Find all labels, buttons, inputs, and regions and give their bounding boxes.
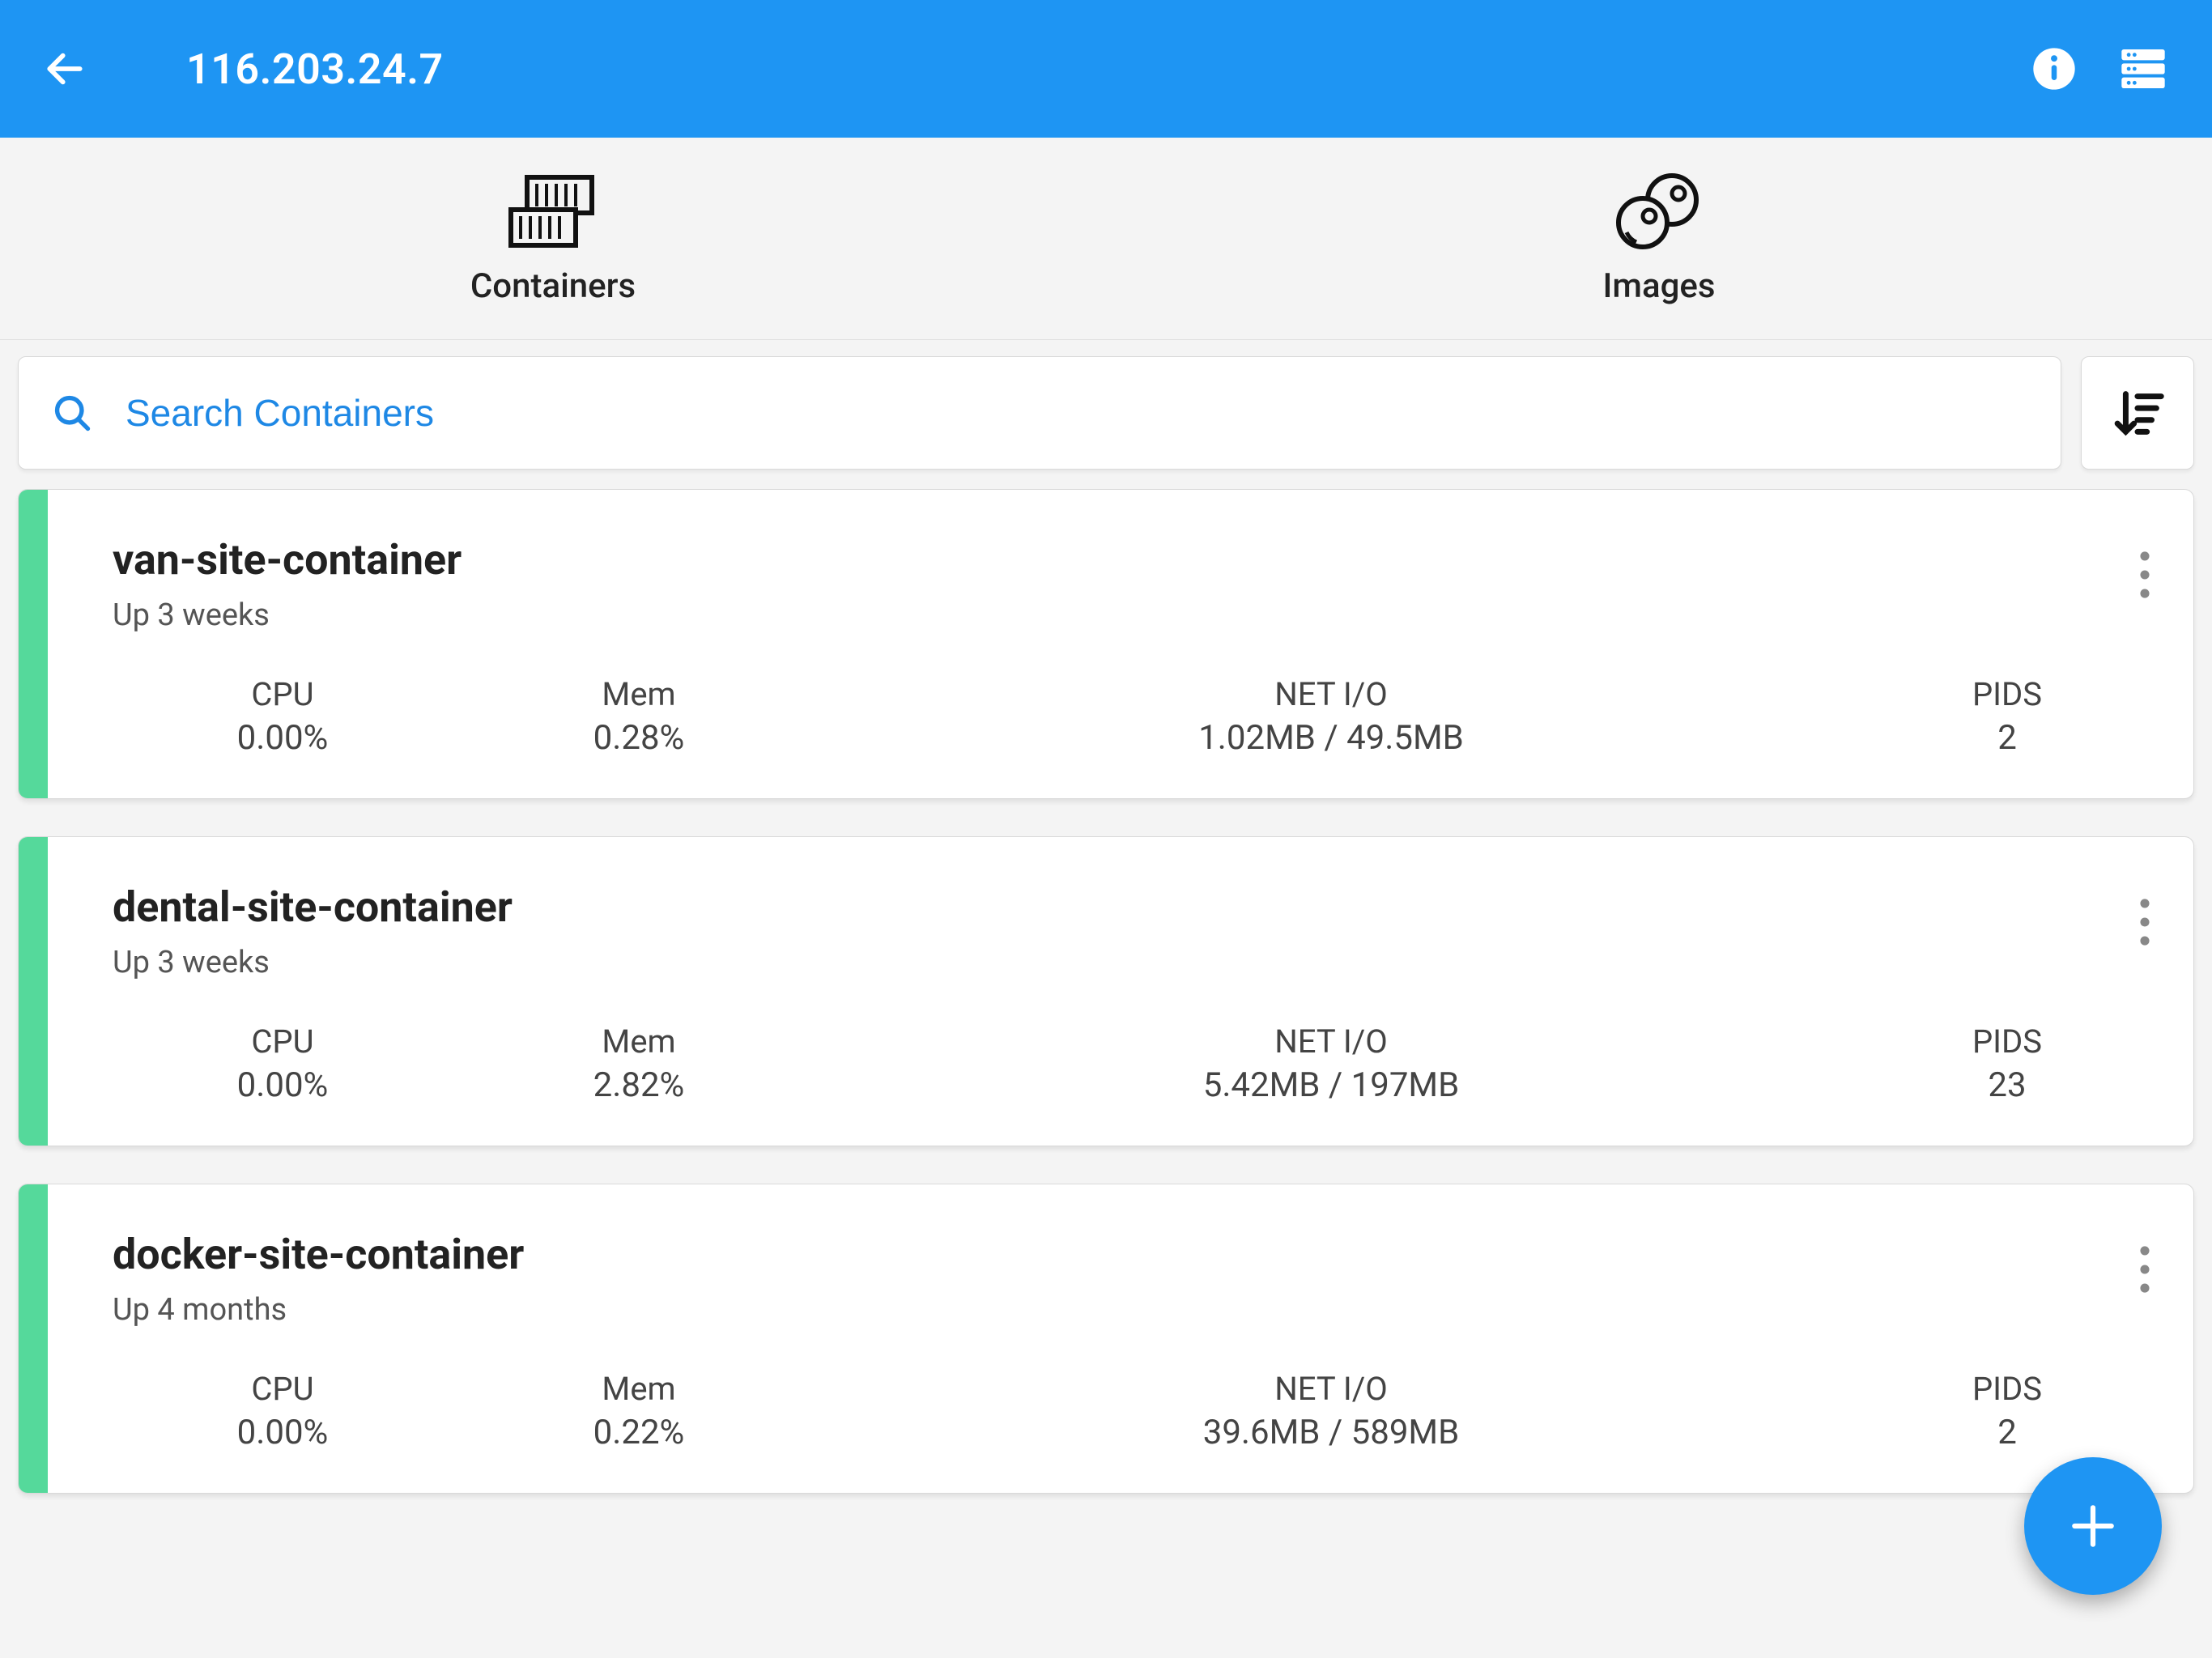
search-icon [51,392,93,434]
info-button[interactable] [2026,40,2082,97]
stat-label-pids: PIDS [1837,1022,2177,1061]
add-button[interactable] [2024,1457,2162,1595]
card-body: van-site-container Up 3 weeks CPU 0.00% … [48,490,2193,798]
status-stripe [19,1184,48,1493]
stat-label-net: NET I/O [825,1370,1837,1408]
container-card[interactable]: dental-site-container Up 3 weeks CPU 0.0… [18,836,2194,1146]
stat-label-pids: PIDS [1837,675,2177,713]
plus-icon [2065,1499,2121,1554]
page-title: 116.203.24.7 [186,45,444,94]
servers-icon [2117,43,2169,95]
stat-label-pids: PIDS [1837,1370,2177,1408]
search-box[interactable] [18,356,2061,470]
container-name: dental-site-container [113,882,513,932]
tab-images-label: Images [1602,266,1715,306]
card-body: docker-site-container Up 4 months CPU 0.… [48,1184,2193,1493]
stat-label-net: NET I/O [825,675,1837,713]
container-card[interactable]: van-site-container Up 3 weeks CPU 0.00% … [18,489,2194,799]
card-body: dental-site-container Up 3 weeks CPU 0.0… [48,837,2193,1146]
app-header: 116.203.24.7 [0,0,2212,138]
tab-containers[interactable]: Containers [0,138,1106,339]
container-status: Up 3 weeks [113,597,462,633]
search-row [0,340,2212,489]
container-name: docker-site-container [113,1230,524,1279]
search-input[interactable] [125,391,2028,435]
stat-value-cpu: 0.00% [113,1065,453,1105]
containers-icon [504,171,602,252]
container-stats: CPU 0.00% Mem 0.28% NET I/O 1.02MB / 49.… [113,675,2177,758]
stat-value-cpu: 0.00% [113,718,453,758]
stat-label-cpu: CPU [113,675,453,713]
tab-containers-label: Containers [470,266,636,306]
stat-value-mem: 0.22% [453,1413,825,1452]
sort-icon [2109,385,2166,441]
container-status: Up 4 months [113,1292,524,1328]
stat-label-cpu: CPU [113,1370,453,1408]
stat-value-cpu: 0.00% [113,1413,453,1452]
container-card[interactable]: docker-site-container Up 4 months CPU 0.… [18,1184,2194,1494]
tabs: Containers Images [0,138,2212,340]
container-name: van-site-container [113,535,462,585]
sort-button[interactable] [2081,356,2194,470]
stat-label-net: NET I/O [825,1022,1837,1061]
container-menu-button[interactable] [2121,538,2169,611]
more-vertical-icon [2139,898,2150,946]
back-button[interactable] [40,45,89,93]
status-stripe [19,837,48,1146]
stat-label-mem: Mem [453,1370,825,1408]
stat-value-pids: 2 [1837,718,2177,758]
stat-label-mem: Mem [453,675,825,713]
container-status: Up 3 weeks [113,945,513,980]
stat-value-pids: 23 [1837,1065,2177,1105]
container-menu-button[interactable] [2121,886,2169,959]
servers-button[interactable] [2115,40,2172,97]
stat-value-net: 39.6MB / 589MB [825,1413,1837,1452]
container-menu-button[interactable] [2121,1233,2169,1306]
stat-value-net: 5.42MB / 197MB [825,1065,1837,1105]
more-vertical-icon [2139,1245,2150,1294]
arrow-left-icon [42,46,87,91]
stat-value-mem: 0.28% [453,718,825,758]
container-stats: CPU 0.00% Mem 0.22% NET I/O 39.6MB / 589… [113,1370,2177,1452]
container-list: van-site-container Up 3 weeks CPU 0.00% … [0,489,2212,1494]
container-stats: CPU 0.00% Mem 2.82% NET I/O 5.42MB / 197… [113,1022,2177,1105]
images-icon [1606,171,1712,252]
stat-label-cpu: CPU [113,1022,453,1061]
stat-label-mem: Mem [453,1022,825,1061]
more-vertical-icon [2139,551,2150,599]
stat-value-pids: 2 [1837,1413,2177,1452]
info-icon [2031,46,2077,91]
stat-value-net: 1.02MB / 49.5MB [825,718,1837,758]
status-stripe [19,490,48,798]
tab-images[interactable]: Images [1106,138,2212,339]
stat-value-mem: 2.82% [453,1065,825,1105]
